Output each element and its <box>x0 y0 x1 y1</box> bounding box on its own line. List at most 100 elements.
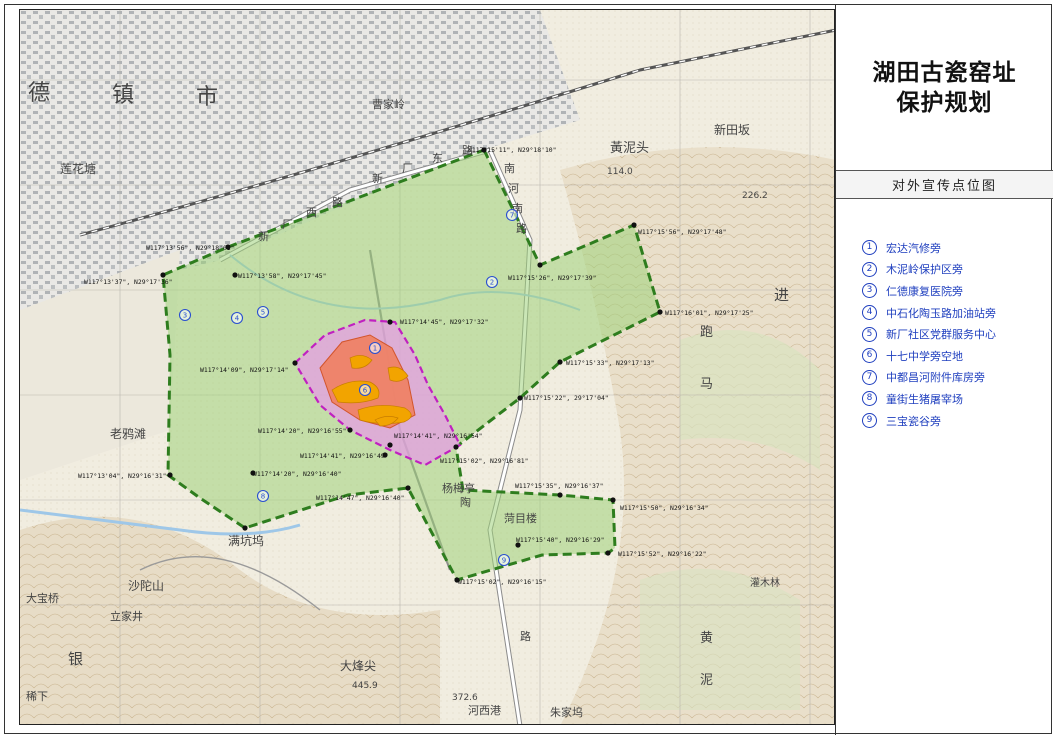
place-ma: 马 <box>700 377 713 392</box>
marker-4[interactable]: 4 <box>230 311 244 325</box>
legend-label: 中都昌河附件库房旁 <box>886 371 985 385</box>
coord-label: W117°13'04", N29°16'31" <box>78 472 167 480</box>
legend-item-7[interactable]: 7 中都昌河附件库房旁 <box>862 367 996 389</box>
legend-label: 宏达汽修旁 <box>886 241 941 255</box>
marker-3-label: 3 <box>183 312 187 320</box>
elevation-3: 372.6 <box>452 693 478 703</box>
place-hexigang: 河西港 <box>468 704 501 717</box>
place-mankengwu: 满坑坞 <box>228 533 264 548</box>
place-city-3: 市 <box>196 85 218 110</box>
legend-label: 仁德康复医院旁 <box>886 284 963 298</box>
coord-label: W117°15'33", N29°17'13" <box>566 359 655 367</box>
marker-3[interactable]: 3 <box>178 308 192 322</box>
coord-label: W117°15'02", N29°16'81" <box>440 457 529 465</box>
place-city-2: 镇 <box>112 83 134 108</box>
road-xinchangxilu-1: 新 <box>258 229 269 243</box>
plan-title-line-2: 保护规划 <box>896 89 993 116</box>
legend-label: 中石化陶玉路加油站旁 <box>886 306 996 320</box>
marker-1-label: 1 <box>373 345 377 353</box>
place-dafengjian: 大烽尖 <box>340 659 376 673</box>
legend-item-8[interactable]: 8 童街生猪屠宰场 <box>862 388 996 410</box>
map-frame[interactable]: W117°15'11", N29°18'10" W117°13'56", N29… <box>19 9 835 725</box>
elevation-4: 114.0 <box>607 167 633 177</box>
map-canvas[interactable]: W117°15'11", N29°18'10" W117°13'56", N29… <box>20 10 835 725</box>
coord-label: W117°15'22", 29°17'04" <box>524 394 609 402</box>
legend-item-3[interactable]: 3 仁德康复医院旁 <box>862 280 996 302</box>
plan-title-line-1: 湖田古瓷窑址 <box>872 59 1017 86</box>
marker-2-label: 2 <box>490 279 494 287</box>
place-shatuoshan: 沙陀山 <box>128 578 164 593</box>
marker-6[interactable]: 6 <box>358 383 372 397</box>
legend-number-icon: 3 <box>862 283 877 299</box>
coord-label: W117°14'45", N29°17'32" <box>400 318 489 326</box>
coord-label: W117°14'41", N29°16'49" <box>300 452 389 460</box>
legend-item-1[interactable]: 1 宏达汽修旁 <box>862 237 996 259</box>
coord-label: W117°15'40", N29°16'29" <box>516 536 605 544</box>
legend-label: 新厂社区党群服务中心 <box>886 328 996 342</box>
coord-label: W117°16'01", N29°17'25" <box>665 309 754 317</box>
marker-8-label: 8 <box>261 493 265 501</box>
marker-9[interactable]: 9 <box>497 553 511 567</box>
coord-label: W117°14'47", N29°16'40" <box>316 494 405 502</box>
coord-label: W117°15'26", N29°17'39" <box>508 274 597 282</box>
place-dabaoqiao: 大宝桥 <box>26 591 59 605</box>
marker-5-label: 5 <box>261 309 265 317</box>
coord-label: W117°13'56", N29°18'01" <box>146 244 235 252</box>
place-hemuyang: 菏目楼 <box>504 511 537 525</box>
place-huang: 黄 <box>700 631 713 646</box>
legend-item-4[interactable]: 4 中石化陶玉路加油站旁 <box>862 302 996 324</box>
road-xinchangxilu-2: 厂 <box>282 218 293 231</box>
figure-frame: W117°15'11", N29°18'10" W117°13'56", N29… <box>4 4 1053 735</box>
place-tao: 陶 <box>460 495 471 509</box>
place-road-lu: 路 <box>520 630 531 643</box>
marker-5[interactable]: 5 <box>256 305 270 319</box>
road-xinchangdonglu-4: 路 <box>462 144 473 157</box>
place-laoyawan: 老鸦滩 <box>110 426 146 441</box>
place-yangmeiting: 杨梅亭 <box>442 481 475 495</box>
road-xinchangdonglu-2: 厂 <box>402 162 413 175</box>
legend-label: 十七中学旁空地 <box>886 349 963 363</box>
place-ni: 泥 <box>700 673 713 688</box>
place-lishi: 立家井 <box>110 609 143 623</box>
legend-number-icon: 6 <box>862 348 877 364</box>
place-zhujiawu: 朱家坞 <box>550 705 583 719</box>
road-xinchangdonglu-1: 新 <box>372 171 383 185</box>
side-panel: 湖田古瓷窑址 保护规划 对外宣传点位图 1 宏达汽修旁 2 木泥岭保护区旁 3 仁德康… <box>835 5 1053 735</box>
road-xinchangdonglu-3: 东 <box>432 152 443 165</box>
marker-6-label: 6 <box>363 387 368 395</box>
marker-4-label: 4 <box>235 315 240 323</box>
place-jin: 进 <box>774 286 789 304</box>
legend-item-6[interactable]: 6 十七中学旁空地 <box>862 345 996 367</box>
place-yin: 银 <box>68 650 83 668</box>
elevation-1: 226.2 <box>742 191 768 201</box>
place-xintianban: 新田坂 <box>714 122 750 137</box>
coord-label: W117°15'02", N29°16'15" <box>458 578 547 586</box>
coord-label: W117°15'52", N29°16'22" <box>618 550 707 558</box>
place-caojialing: 曹家岭 <box>372 97 405 111</box>
coord-label: W117°15'50", N29°16'34" <box>620 504 709 512</box>
legend-number-icon: 9 <box>862 413 877 429</box>
road-nanhenanlu-4: 路 <box>516 222 527 235</box>
legend-item-9[interactable]: 9 三宝瓷谷旁 <box>862 410 996 432</box>
marker-9-label: 9 <box>502 557 506 565</box>
coord-label: W117°15'56", N29°17'48" <box>638 228 727 236</box>
marker-8[interactable]: 8 <box>256 489 270 503</box>
marker-7-label: 7 <box>510 212 514 220</box>
coord-label: W117°14'20", N29°16'40" <box>253 470 342 478</box>
map-subtitle: 对外宣传点位图 <box>836 170 1053 199</box>
legend-item-2[interactable]: 2 木泥岭保护区旁 <box>862 259 996 281</box>
marker-7[interactable]: 7 <box>505 208 519 222</box>
legend-item-5[interactable]: 5 新厂社区党群服务中心 <box>862 323 996 345</box>
marker-1[interactable]: 1 <box>368 341 382 355</box>
marker-2[interactable]: 2 <box>485 275 499 289</box>
title-block: 湖田古瓷窑址 保护规划 <box>836 5 1053 170</box>
coord-label: W117°14'09", N29°17'14" <box>200 366 289 374</box>
coord-label: W117°13'37", N29°17'36" <box>84 278 173 286</box>
legend-number-icon: 7 <box>862 369 877 385</box>
road-nanhenanlu-1: 南 <box>504 162 515 175</box>
legend-number-icon: 5 <box>862 326 877 342</box>
place-city-1: 德 <box>28 81 50 106</box>
legend-number-icon: 4 <box>862 305 877 321</box>
legend-label: 三宝瓷谷旁 <box>886 414 941 428</box>
coord-label: W117°15'35", N29°16'37" <box>515 482 604 490</box>
